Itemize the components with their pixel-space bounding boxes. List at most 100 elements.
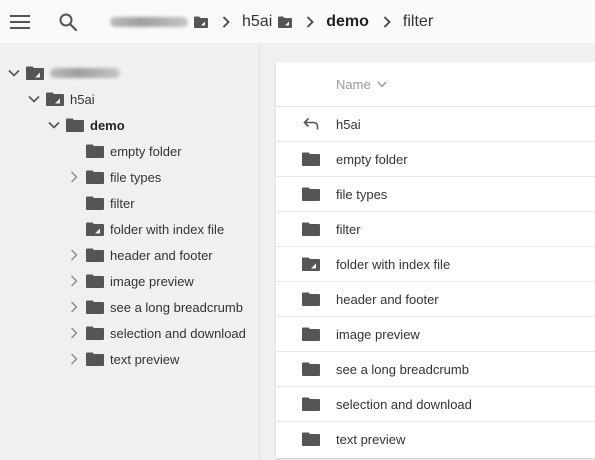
list-item-label: file types <box>336 186 388 202</box>
search-icon[interactable] <box>56 10 80 34</box>
back-arrow-icon <box>301 116 321 132</box>
chevron-right-icon[interactable] <box>66 351 82 367</box>
breadcrumb-label: demo <box>326 12 369 30</box>
folder-icon <box>86 326 104 340</box>
breadcrumb-item-root[interactable] <box>110 16 208 28</box>
file-listing: Name h5ai empty folder file types filter <box>276 62 595 458</box>
folder-icon <box>301 431 321 447</box>
folder-icon <box>86 248 104 262</box>
list-item-label: empty folder <box>336 151 408 167</box>
redacted-folder-name <box>110 16 188 27</box>
tree-item-see-a-long-breadcrumb[interactable]: see a long breadcrumb <box>66 294 243 320</box>
chevron-right-icon[interactable] <box>66 169 82 185</box>
tree-item-image-preview[interactable]: image preview <box>66 268 194 294</box>
folder-icon <box>301 396 321 412</box>
list-item-parent-h5ai[interactable]: h5ai <box>276 107 595 142</box>
tree-item-label: text preview <box>110 351 180 367</box>
chevron-right-icon[interactable] <box>66 247 82 263</box>
list-item-label: see a long breadcrumb <box>336 361 469 377</box>
folder-index-icon <box>278 16 293 28</box>
tree-item-header-and-footer[interactable]: header and footer <box>66 242 213 268</box>
tree-item-root[interactable] <box>6 60 120 86</box>
column-header-name: Name <box>336 76 371 92</box>
list-item-label: filter <box>336 221 361 237</box>
breadcrumb-item-h5ai[interactable]: h5ai <box>242 12 293 31</box>
chevron-down-icon[interactable] <box>46 117 62 133</box>
redacted-folder-name <box>50 68 120 78</box>
tree-item-label: demo <box>90 117 125 133</box>
breadcrumb-item-demo[interactable]: demo <box>326 13 369 31</box>
breadcrumb-item-filter[interactable]: filter <box>403 13 433 31</box>
list-item[interactable]: text preview <box>276 422 595 456</box>
folder-index-icon <box>301 256 321 272</box>
tree-item-selection-and-download[interactable]: selection and download <box>66 320 246 346</box>
list-item[interactable]: folder with index file <box>276 247 595 282</box>
listing-header: Name <box>276 62 595 107</box>
list-item[interactable]: filter <box>276 212 595 247</box>
tree-item-text-preview[interactable]: text preview <box>66 346 179 372</box>
chevron-right-icon <box>222 15 230 28</box>
folder-icon <box>86 300 104 314</box>
list-item[interactable]: image preview <box>276 317 595 352</box>
folder-icon <box>86 352 104 366</box>
tree-item-label: filter <box>110 195 135 211</box>
chevron-right-icon <box>306 15 315 28</box>
folder-index-icon <box>86 222 104 236</box>
folder-icon <box>301 221 321 237</box>
tree-item-file-types[interactable]: file types <box>66 164 161 190</box>
tree-item-filter[interactable]: filter <box>66 190 135 216</box>
list-item[interactable]: header and footer <box>276 282 595 317</box>
sort-by-name-button[interactable]: Name <box>336 77 387 92</box>
breadcrumb-label: filter <box>402 12 434 30</box>
chevron-right-icon[interactable] <box>66 299 82 315</box>
chevron-right-icon[interactable] <box>66 273 82 289</box>
folder-icon <box>301 291 321 307</box>
tree-item-h5ai[interactable]: h5ai <box>26 86 95 112</box>
chevron-down-icon[interactable] <box>6 65 22 81</box>
tree-item-folder-with-index-file[interactable]: folder with index file <box>66 216 224 242</box>
chevron-down-icon <box>377 81 387 88</box>
tree-item-label: folder with index file <box>110 221 225 237</box>
tree-item-label: image preview <box>110 273 194 289</box>
list-item-label: header and footer <box>336 291 439 307</box>
folder-icon <box>301 326 321 342</box>
folder-icon <box>86 274 104 288</box>
tree-item-label: h5ai <box>70 91 95 107</box>
list-item-label: text preview <box>336 431 406 447</box>
tree-item-demo[interactable]: demo <box>46 112 125 138</box>
folder-icon <box>301 186 321 202</box>
list-item[interactable]: file types <box>276 177 595 212</box>
folder-index-icon <box>46 92 64 106</box>
tree-item-empty-folder[interactable]: empty folder <box>66 138 182 164</box>
menu-icon[interactable] <box>8 10 32 34</box>
sidebar-tree: h5ai demo empty folder file types filter <box>0 43 260 460</box>
tree-item-label: selection and download <box>110 325 246 341</box>
tree-item-label: see a long breadcrumb <box>110 299 243 315</box>
list-item[interactable]: selection and download <box>276 387 595 422</box>
folder-index-icon <box>194 16 208 28</box>
top-bar: h5ai demo filter <box>0 0 595 43</box>
tree-item-label: empty folder <box>110 143 182 159</box>
list-item-label: selection and download <box>336 396 472 412</box>
chevron-right-icon[interactable] <box>66 325 82 341</box>
list-item[interactable]: see a long breadcrumb <box>276 352 595 387</box>
list-item-label: h5ai <box>336 116 361 132</box>
folder-icon <box>301 361 321 377</box>
folder-index-icon <box>26 66 44 80</box>
tree-item-label: header and footer <box>110 247 213 263</box>
tree-item-label: file types <box>110 169 162 185</box>
breadcrumb: h5ai demo filter <box>110 0 433 43</box>
folder-icon <box>86 170 104 184</box>
list-item-label: image preview <box>336 326 420 342</box>
chevron-right-icon <box>383 15 391 28</box>
chevron-down-icon[interactable] <box>26 91 42 107</box>
folder-icon <box>301 151 321 167</box>
folder-icon <box>66 118 84 132</box>
list-item[interactable]: empty folder <box>276 142 595 177</box>
folder-icon <box>86 196 104 210</box>
breadcrumb-label: h5ai <box>242 12 273 30</box>
list-item-label: folder with index file <box>336 256 451 272</box>
